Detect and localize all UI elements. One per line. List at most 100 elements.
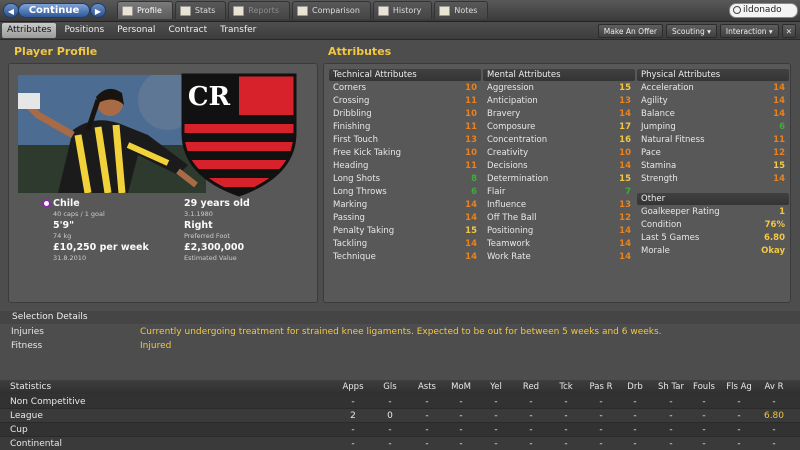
scouting-button[interactable]: Scouting ▾ — [665, 24, 717, 38]
cell-gls: - — [388, 439, 392, 449]
attribute-row-creativity[interactable]: Creativity 10 — [483, 147, 635, 160]
tab-notes[interactable]: Notes — [434, 1, 489, 19]
statistics-header: Statistics Apps Gls Asts MoM Yel Red Tck Pas RD… — [0, 380, 800, 394]
make-an-offer-button[interactable]: Make An Offer — [597, 24, 663, 38]
attribute-row-jumping[interactable]: Jumping 6 — [637, 121, 789, 134]
attribute-row-strength[interactable]: Strength 14 — [637, 173, 789, 186]
attribute-row-off-the-ball[interactable]: Off The Ball 12 — [483, 212, 635, 225]
tab-comparison[interactable]: Comparison — [291, 1, 371, 19]
attribute-row-condition[interactable]: Condition 76% — [637, 219, 789, 232]
attribute-name: Work Rate — [487, 252, 531, 262]
attribute-row-tackling[interactable]: Tackling 14 — [329, 238, 481, 251]
attribute-row-first-touch[interactable]: First Touch 13 — [329, 134, 481, 147]
attribute-row-acceleration[interactable]: Acceleration 14 — [637, 82, 789, 95]
table-row[interactable]: Continental - - - - - - - - - - - - - — [0, 437, 800, 450]
attribute-row-technique[interactable]: Technique 14 — [329, 251, 481, 264]
attribute-row-aggression[interactable]: Aggression 15 — [483, 82, 635, 95]
table-row[interactable]: Cup - - - - - - - - - - - - - — [0, 423, 800, 437]
attribute-row-composure[interactable]: Composure 17 — [483, 121, 635, 134]
attribute-row-crossing[interactable]: Crossing 11 — [329, 95, 481, 108]
attribute-value: 76% — [764, 220, 785, 230]
tab-label: Profile — [137, 6, 162, 15]
attribute-row-stamina[interactable]: Stamina 15 — [637, 160, 789, 173]
attribute-row-bravery[interactable]: Bravery 14 — [483, 108, 635, 121]
table-row[interactable]: League 2 0- - - - - - - - - -6.80 — [0, 409, 800, 423]
attribute-row-dribbling[interactable]: Dribbling 10 — [329, 108, 481, 121]
attribute-row-marking[interactable]: Marking 14 — [329, 199, 481, 212]
attribute-row-determination[interactable]: Determination 15 — [483, 173, 635, 186]
attribute-name: Concentration — [487, 135, 548, 145]
attribute-row-free-kick-taking[interactable]: Free Kick Taking 10 — [329, 147, 481, 160]
subtab-personal[interactable]: Personal — [112, 23, 160, 38]
back-arrow-icon[interactable]: ◀ — [3, 3, 19, 18]
column-header-red[interactable]: Red — [511, 380, 551, 394]
attribute-name: Positioning — [487, 226, 534, 236]
caps: 40 caps / 1 goal — [53, 210, 105, 218]
forward-arrow-icon[interactable]: ▶ — [90, 3, 106, 18]
other-heading: Other — [637, 193, 789, 205]
attributes-panel: Technical Attributes Corners 10 Crossing 11… — [323, 63, 791, 303]
attribute-name: Crossing — [333, 96, 370, 106]
attribute-row-passing[interactable]: Passing 14 — [329, 212, 481, 225]
attribute-row-goalkeeper-rating[interactable]: Goalkeeper Rating 1 — [637, 206, 789, 219]
attribute-value: 15 — [619, 83, 631, 93]
column-header-av-r[interactable]: Av R — [754, 380, 794, 394]
attribute-row-positioning[interactable]: Positioning 14 — [483, 225, 635, 238]
tab-profile[interactable]: Profile — [117, 1, 173, 19]
subtab-contract[interactable]: Contract — [163, 23, 212, 38]
attribute-value: 14 — [619, 226, 631, 236]
player-info-grid: Chile 40 caps / 1 goal 29 years old 3.1.… — [42, 198, 315, 264]
attribute-row-anticipation[interactable]: Anticipation 13 — [483, 95, 635, 108]
close-icon[interactable]: ✕ — [781, 24, 796, 38]
fitness-row: Fitness Injured — [0, 338, 800, 355]
attribute-row-teamwork[interactable]: Teamwork 14 — [483, 238, 635, 251]
attribute-value: 14 — [465, 213, 477, 223]
search-input[interactable]: ildonado — [729, 3, 798, 18]
wage[interactable]: £10,250 per week — [53, 242, 184, 254]
attribute-name: Off The Ball — [487, 213, 537, 223]
subtab-attributes[interactable]: Attributes — [2, 23, 57, 38]
attribute-row-work-rate[interactable]: Work Rate 14 — [483, 251, 635, 264]
attribute-name: Teamwork — [487, 239, 531, 249]
cell-mom: - — [459, 439, 463, 449]
interaction-button[interactable]: Interaction ▾ — [719, 24, 779, 38]
subtab-transfer[interactable]: Transfer — [215, 23, 261, 38]
cell-apps: - — [351, 425, 355, 435]
attribute-row-corners[interactable]: Corners 10 — [329, 82, 481, 95]
nation[interactable]: Chile — [53, 198, 184, 210]
column-header-yel[interactable]: Yel — [476, 380, 516, 394]
attribute-row-long-shots[interactable]: Long Shots 8 — [329, 173, 481, 186]
cell-drb: - — [633, 397, 637, 407]
attribute-row-influence[interactable]: Influence 13 — [483, 199, 635, 212]
attribute-row-flair[interactable]: Flair 7 — [483, 186, 635, 199]
attribute-row-balance[interactable]: Balance 14 — [637, 108, 789, 121]
attribute-row-natural-fitness[interactable]: Natural Fitness 11 — [637, 134, 789, 147]
column-header-fls-ag[interactable]: Fls Ag — [719, 380, 759, 394]
tab-stats[interactable]: Stats — [174, 1, 227, 19]
column-header-mom[interactable]: MoM — [441, 380, 481, 394]
attribute-row-concentration[interactable]: Concentration 16 — [483, 134, 635, 147]
column-header-gls[interactable]: Gls — [370, 380, 410, 394]
column-header-apps[interactable]: Apps — [333, 380, 373, 394]
attribute-row-long-throws[interactable]: Long Throws 6 — [329, 186, 481, 199]
physical-attributes-heading: Physical Attributes — [637, 69, 789, 81]
continue-button[interactable]: Continue — [18, 3, 90, 18]
column-header-tck[interactable]: Tck — [546, 380, 586, 394]
subtab-positions[interactable]: Positions — [59, 23, 109, 38]
column-header-fouls[interactable]: Fouls — [684, 380, 724, 394]
attribute-value: 16 — [619, 135, 631, 145]
attribute-row-heading[interactable]: Heading 11 — [329, 160, 481, 173]
tab-history[interactable]: History — [372, 1, 433, 19]
attribute-row-agility[interactable]: Agility 14 — [637, 95, 789, 108]
attribute-row-decisions[interactable]: Decisions 14 — [483, 160, 635, 173]
attribute-row-penalty-taking[interactable]: Penalty Taking 15 — [329, 225, 481, 238]
attribute-row-finishing[interactable]: Finishing 11 — [329, 121, 481, 134]
attribute-value: 10 — [619, 148, 631, 158]
attribute-name: Goalkeeper Rating — [641, 207, 720, 217]
column-header-drb[interactable]: Drb — [615, 380, 655, 394]
attribute-row-last-5-games[interactable]: Last 5 Games 6.80 — [637, 232, 789, 245]
tab-reports[interactable]: Reports — [228, 1, 290, 19]
table-row[interactable]: Non Competitive - - - - - - - - - - - - - — [0, 395, 800, 409]
attribute-row-pace[interactable]: Pace 12 — [637, 147, 789, 160]
attribute-row-morale[interactable]: Morale Okay — [637, 245, 789, 258]
